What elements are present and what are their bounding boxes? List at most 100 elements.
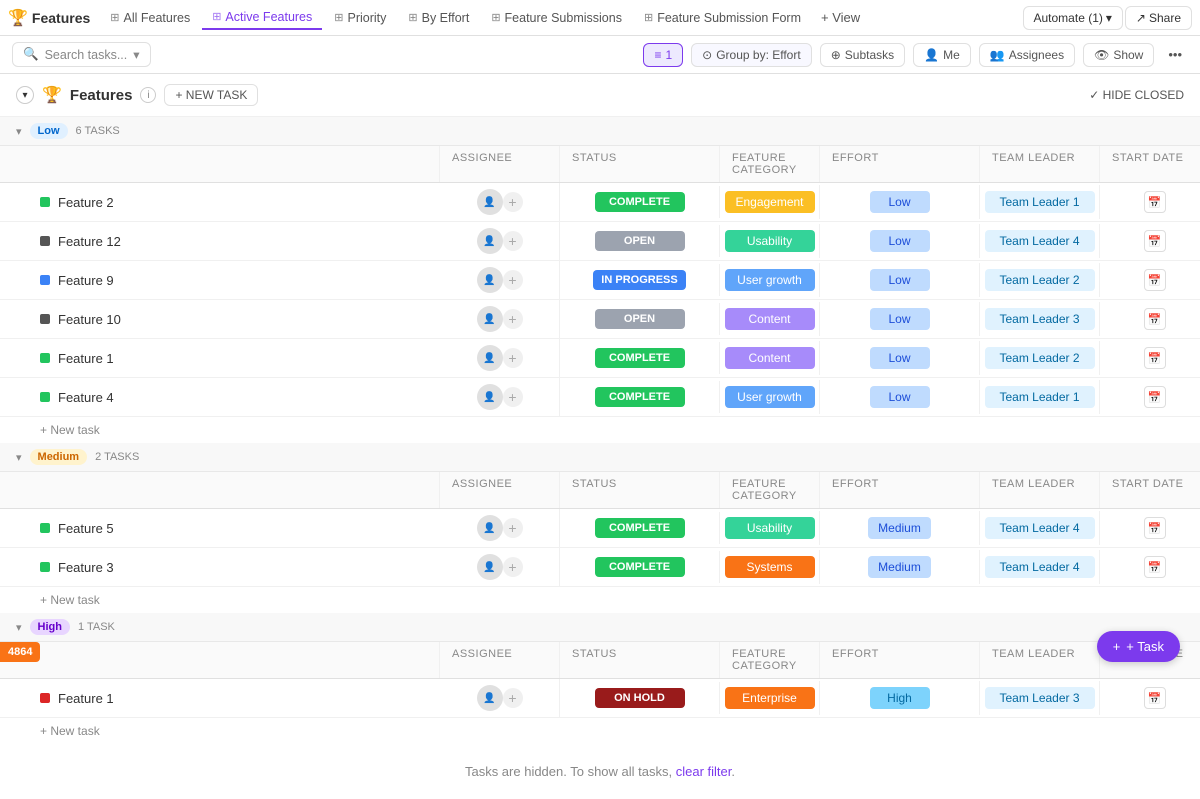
category-cell[interactable]: Engagement [720,185,820,219]
status-cell[interactable]: COMPLETE [560,381,720,413]
info-button[interactable]: i [140,87,156,103]
category-cell[interactable]: Usability [720,224,820,258]
new-task-medium[interactable]: + New task [0,587,1200,613]
task-name[interactable]: Feature 5 [58,521,114,536]
new-task-low[interactable]: + New task [0,417,1200,443]
task-name[interactable]: Feature 10 [58,312,121,327]
task-name[interactable]: Feature 12 [58,234,121,249]
effort-cell[interactable]: High [820,681,980,715]
tab-feature-submissions[interactable]: ⊞ Feature Submissions [481,7,632,29]
category-cell[interactable]: Content [720,341,820,375]
status-cell[interactable]: COMPLETE [560,512,720,544]
effort-cell[interactable]: Low [820,380,980,414]
team-leader-cell[interactable]: Team Leader 4 [980,224,1100,258]
effort-cell[interactable]: Low [820,302,980,336]
assignee-cell: 👤 + [440,378,560,416]
category-cell[interactable]: Usability [720,511,820,545]
team-leader-badge: Team Leader 4 [985,230,1095,252]
task-name[interactable]: Feature 2 [58,195,114,210]
new-task-button[interactable]: + NEW TASK [164,84,258,106]
column-headers-low: ASSIGNEE STATUS FEATURE CATEGORY EFFORT … [0,146,1200,183]
effort-badge: Low [870,230,930,252]
status-cell[interactable]: OPEN [560,303,720,335]
tab-active-features[interactable]: ⊞ Active Features [202,6,322,30]
team-leader-cell[interactable]: Team Leader 4 [980,550,1100,584]
task-name[interactable]: Feature 4 [58,390,114,405]
clear-filter-link[interactable]: clear filter [676,764,732,779]
new-task-high[interactable]: + New task [0,718,1200,744]
add-assignee-button[interactable]: + [503,518,523,538]
team-leader-cell[interactable]: Team Leader 4 [980,511,1100,545]
filter-icon: ≡ [654,48,661,62]
task-dot [40,523,50,533]
team-leader-cell[interactable]: Team Leader 2 [980,263,1100,297]
automate-button[interactable]: Automate (1) ▾ [1023,6,1123,30]
start-date-cell[interactable]: 📅 [1100,511,1200,545]
more-options-button[interactable]: ••• [1162,43,1188,66]
task-name[interactable]: Feature 1 [58,351,114,366]
team-leader-cell[interactable]: Team Leader 2 [980,341,1100,375]
eye-icon: 👁 [1094,48,1109,62]
task-name[interactable]: Feature 9 [58,273,114,288]
start-date-cell[interactable]: 📅 [1100,380,1200,414]
team-leader-cell[interactable]: Team Leader 1 [980,185,1100,219]
add-assignee-button[interactable]: + [503,348,523,368]
category-cell[interactable]: Systems [720,550,820,584]
start-date-cell[interactable]: 📅 [1100,302,1200,336]
status-cell[interactable]: COMPLETE [560,551,720,583]
group-collapse-high[interactable]: ▾ [16,621,22,634]
start-date-cell[interactable]: 📅 [1100,263,1200,297]
group-collapse-medium[interactable]: ▾ [16,451,22,464]
effort-cell[interactable]: Medium [820,550,980,584]
status-cell[interactable]: IN PROGRESS [560,264,720,296]
effort-cell[interactable]: Low [820,341,980,375]
hide-closed-button[interactable]: ✓ HIDE CLOSED [1089,88,1184,102]
status-cell[interactable]: COMPLETE [560,186,720,218]
add-assignee-button[interactable]: + [503,557,523,577]
search-box[interactable]: 🔍 Search tasks... ▾ [12,42,151,67]
effort-cell[interactable]: Low [820,224,980,258]
add-assignee-button[interactable]: + [503,231,523,251]
add-assignee-button[interactable]: + [503,309,523,329]
task-name[interactable]: Feature 3 [58,560,114,575]
collapse-button[interactable]: ▾ [16,86,34,104]
team-leader-cell[interactable]: Team Leader 3 [980,302,1100,336]
start-date-cell[interactable]: 📅 [1100,341,1200,375]
add-view-button[interactable]: + View [813,6,868,29]
tab-all-features[interactable]: ⊞ All Features [100,7,200,29]
task-name[interactable]: Feature 1 [58,691,114,706]
status-cell[interactable]: COMPLETE [560,342,720,374]
effort-cell[interactable]: Low [820,185,980,219]
show-button[interactable]: 👁 Show [1083,43,1154,67]
task-name-cell: Feature 10 [0,304,440,335]
tab-priority[interactable]: ⊞ Priority [324,7,396,29]
me-button[interactable]: 👤 Me [913,43,971,67]
assignees-button[interactable]: 👥 Assignees [979,43,1075,67]
category-cell[interactable]: User growth [720,380,820,414]
category-cell[interactable]: Enterprise [720,681,820,715]
team-leader-cell[interactable]: Team Leader 3 [980,681,1100,715]
status-cell[interactable]: ON HOLD [560,682,720,714]
start-date-cell[interactable]: 📅 [1100,224,1200,258]
start-date-cell[interactable]: 📅 [1100,185,1200,219]
tab-by-effort[interactable]: ⊞ By Effort [398,7,479,29]
group-collapse-low[interactable]: ▾ [16,125,22,138]
team-leader-cell[interactable]: Team Leader 1 [980,380,1100,414]
add-assignee-button[interactable]: + [503,192,523,212]
share-button[interactable]: ↗ Share [1125,6,1192,30]
status-cell[interactable]: OPEN [560,225,720,257]
add-assignee-button[interactable]: + [503,387,523,407]
start-date-cell[interactable]: 📅 [1100,550,1200,584]
filter-button[interactable]: ≡ 1 [643,43,683,67]
effort-cell[interactable]: Low [820,263,980,297]
fab-task-button[interactable]: + + Task [1097,631,1180,662]
subtasks-button[interactable]: ⊕ Subtasks [820,43,905,67]
tab-feature-submission-form[interactable]: ⊞ Feature Submission Form [634,7,811,29]
start-date-cell[interactable]: 📅 [1100,681,1200,715]
category-cell[interactable]: Content [720,302,820,336]
add-assignee-button[interactable]: + [503,688,523,708]
category-cell[interactable]: User growth [720,263,820,297]
add-assignee-button[interactable]: + [503,270,523,290]
groupby-button[interactable]: ⊙ Group by: Effort [691,43,812,67]
effort-cell[interactable]: Medium [820,511,980,545]
